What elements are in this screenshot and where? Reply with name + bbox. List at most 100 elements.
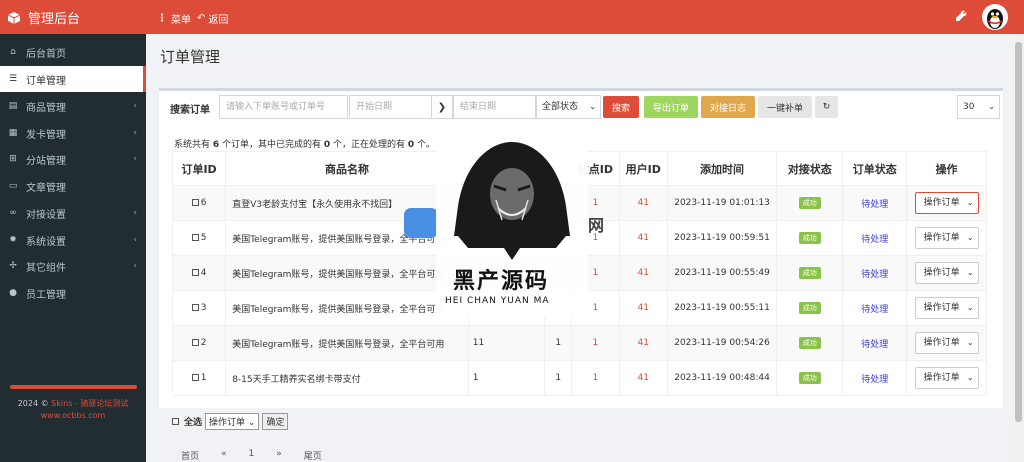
order-id-cell[interactable]: 1	[171, 360, 227, 396]
summary-text: 个订单，其中已完成的有	[219, 140, 324, 150]
search-button[interactable]: 搜索	[603, 96, 639, 118]
row-checkbox[interactable]	[191, 374, 199, 381]
end-date-input[interactable]: 结束日期	[453, 95, 536, 119]
order-action-value: 操作订单	[923, 338, 960, 348]
avatar[interactable]	[982, 4, 1008, 30]
order-action-select[interactable]: 操作订单 ⌄	[914, 227, 979, 249]
sidebar-item-label: 商品管理	[26, 102, 66, 114]
pager-prev[interactable]: «	[221, 449, 227, 462]
order-action-select[interactable]: 操作订单 ⌄	[914, 367, 979, 389]
page-scrollbar[interactable]	[1013, 34, 1024, 462]
refresh-button[interactable]: ↻	[815, 96, 838, 118]
user-id[interactable]: 41	[618, 255, 668, 291]
user-id[interactable]: 41	[618, 325, 668, 361]
sidebar-item-label: 对接设置	[26, 209, 66, 221]
user-id[interactable]: 41	[618, 290, 668, 326]
more-vertical-icon: ⋮	[157, 13, 167, 24]
top-navbar: 管理后台 ⋮ 菜单 ↶ 返回	[0, 0, 1024, 34]
order-id-cell[interactable]: 3	[171, 290, 227, 326]
copyright-link[interactable]: Skins - 骑驿论坛测试	[51, 399, 128, 408]
pager-current[interactable]: 1	[249, 449, 255, 462]
order-status[interactable]: 待处理	[842, 325, 908, 361]
select-all-checkbox[interactable]	[172, 418, 179, 425]
resupply-button[interactable]: 一键补单	[758, 96, 812, 118]
action-cell: 操作订单 ⌄	[906, 325, 987, 361]
bulk-action-select[interactable]: 操作订单 ⌄	[205, 413, 260, 430]
sitemap-icon: ⊞	[9, 154, 17, 164]
dock-status-badge: 成功	[798, 372, 821, 384]
chevron-down-icon: ⌄	[589, 102, 596, 111]
user-id[interactable]: 41	[618, 360, 668, 396]
dock-status-badge: 成功	[798, 197, 821, 209]
order-id-cell[interactable]: 4	[171, 255, 227, 291]
dock-log-button[interactable]: 对接日志	[701, 96, 755, 118]
chevron-down-icon: ⌄	[966, 373, 974, 382]
cart-icon: ▤	[8, 101, 18, 111]
order-status[interactable]: 待处理	[842, 360, 908, 396]
order-id-cell[interactable]: 6	[171, 185, 227, 221]
added-time: 2023-11-19 01:01:13	[666, 185, 778, 221]
sidebar-item-label: 其它组件	[26, 262, 66, 274]
order-search-input[interactable]: 请输入下单账号或订单号	[219, 95, 348, 119]
order-action-select[interactable]: 操作订单 ⌄	[914, 297, 979, 319]
order-status[interactable]: 待处理	[842, 290, 908, 326]
pager-last[interactable]: 尾页	[304, 449, 322, 462]
row-checkbox[interactable]	[191, 304, 199, 311]
row-checkbox[interactable]	[191, 199, 199, 206]
pager-next[interactable]: »	[276, 449, 282, 462]
user-id[interactable]: 41	[618, 220, 668, 256]
order-id-cell[interactable]: 2	[171, 325, 227, 361]
sidebar-item-cards[interactable]: ▦ 发卡管理 ‹	[0, 120, 146, 146]
row-checkbox[interactable]	[191, 339, 199, 346]
copyright-site[interactable]: www.ocbbs.com	[0, 410, 146, 422]
menu-toggle-button[interactable]: ⋮ 菜单	[157, 11, 191, 26]
order-status[interactable]: 待处理	[842, 255, 908, 291]
user-id[interactable]: 41	[618, 185, 668, 221]
export-orders-button[interactable]: 导出订单	[644, 96, 698, 118]
grid-icon: ▦	[8, 128, 18, 138]
sidebar-item-components[interactable]: ✢ 其它组件 ‹	[0, 253, 146, 279]
sidebar-item-home[interactable]: ⌂ 后台首页	[0, 39, 146, 65]
row-checkbox[interactable]	[191, 234, 199, 241]
order-action-select[interactable]: 操作订单 ⌄	[914, 332, 979, 354]
action-cell: 操作订单 ⌄	[906, 255, 987, 291]
sidebar-item-orders[interactable]: ☰ 订单管理	[0, 66, 146, 92]
brand[interactable]: 管理后台	[8, 8, 80, 27]
sidebar-item-label: 系统设置	[26, 236, 66, 248]
order-id: 2	[200, 338, 207, 348]
order-action-value: 操作订单	[923, 198, 960, 208]
sidebar-item-substations[interactable]: ⊞ 分站管理 ‹	[0, 146, 146, 172]
product-name: 8-15天手工精养实名绑卡带支付	[225, 360, 469, 396]
column-header: 商品名称	[225, 151, 469, 186]
status-select[interactable]: 全部状态 ⌄	[536, 95, 601, 119]
order-id: 3	[200, 303, 207, 313]
sidebar-item-products[interactable]: ▤ 商品管理 ‹	[0, 93, 146, 119]
page-size-select[interactable]: 30 ⌄	[957, 95, 1000, 119]
product-name: 美国Telegram账号，提供美国账号登录，全平台可用	[225, 325, 469, 361]
order-action-select[interactable]: 操作订单 ⌄	[914, 262, 979, 284]
wrench-icon[interactable]	[955, 10, 967, 22]
scrollbar-thumb[interactable]	[1015, 42, 1022, 422]
sidebar-progress-line	[10, 385, 137, 389]
hooded-figure-logo-icon	[454, 142, 570, 260]
start-date-input[interactable]: 开始日期	[349, 95, 432, 119]
bulk-action-value: 操作订单	[209, 418, 246, 428]
chevron-down-icon: ⌄	[966, 338, 974, 347]
order-action-select[interactable]: 操作订单 ⌄	[914, 192, 979, 214]
dock-status-cell: 成功	[776, 290, 844, 326]
sidebar-item-articles[interactable]: ▭ 文章管理	[0, 173, 146, 199]
order-status[interactable]: 待处理	[842, 185, 908, 221]
sidebar-item-system[interactable]: ✹ 系统设置 ‹	[0, 227, 146, 253]
column-header: 对接状态	[776, 151, 844, 186]
sidebar-item-staff[interactable]: ● 员工管理	[0, 280, 146, 306]
order-status[interactable]: 待处理	[842, 220, 908, 256]
home-icon: ⌂	[10, 47, 16, 57]
pager-first[interactable]: 首页	[181, 449, 199, 462]
back-button[interactable]: ↶ 返回	[197, 11, 228, 26]
chevron-down-icon: ⌄	[247, 418, 256, 428]
row-checkbox[interactable]	[191, 269, 199, 276]
cube-icon	[8, 11, 20, 24]
sidebar-item-docking[interactable]: ∞ 对接设置 ‹	[0, 200, 146, 226]
confirm-button[interactable]: 确定	[262, 413, 289, 430]
order-id-cell[interactable]: 5	[171, 220, 227, 256]
